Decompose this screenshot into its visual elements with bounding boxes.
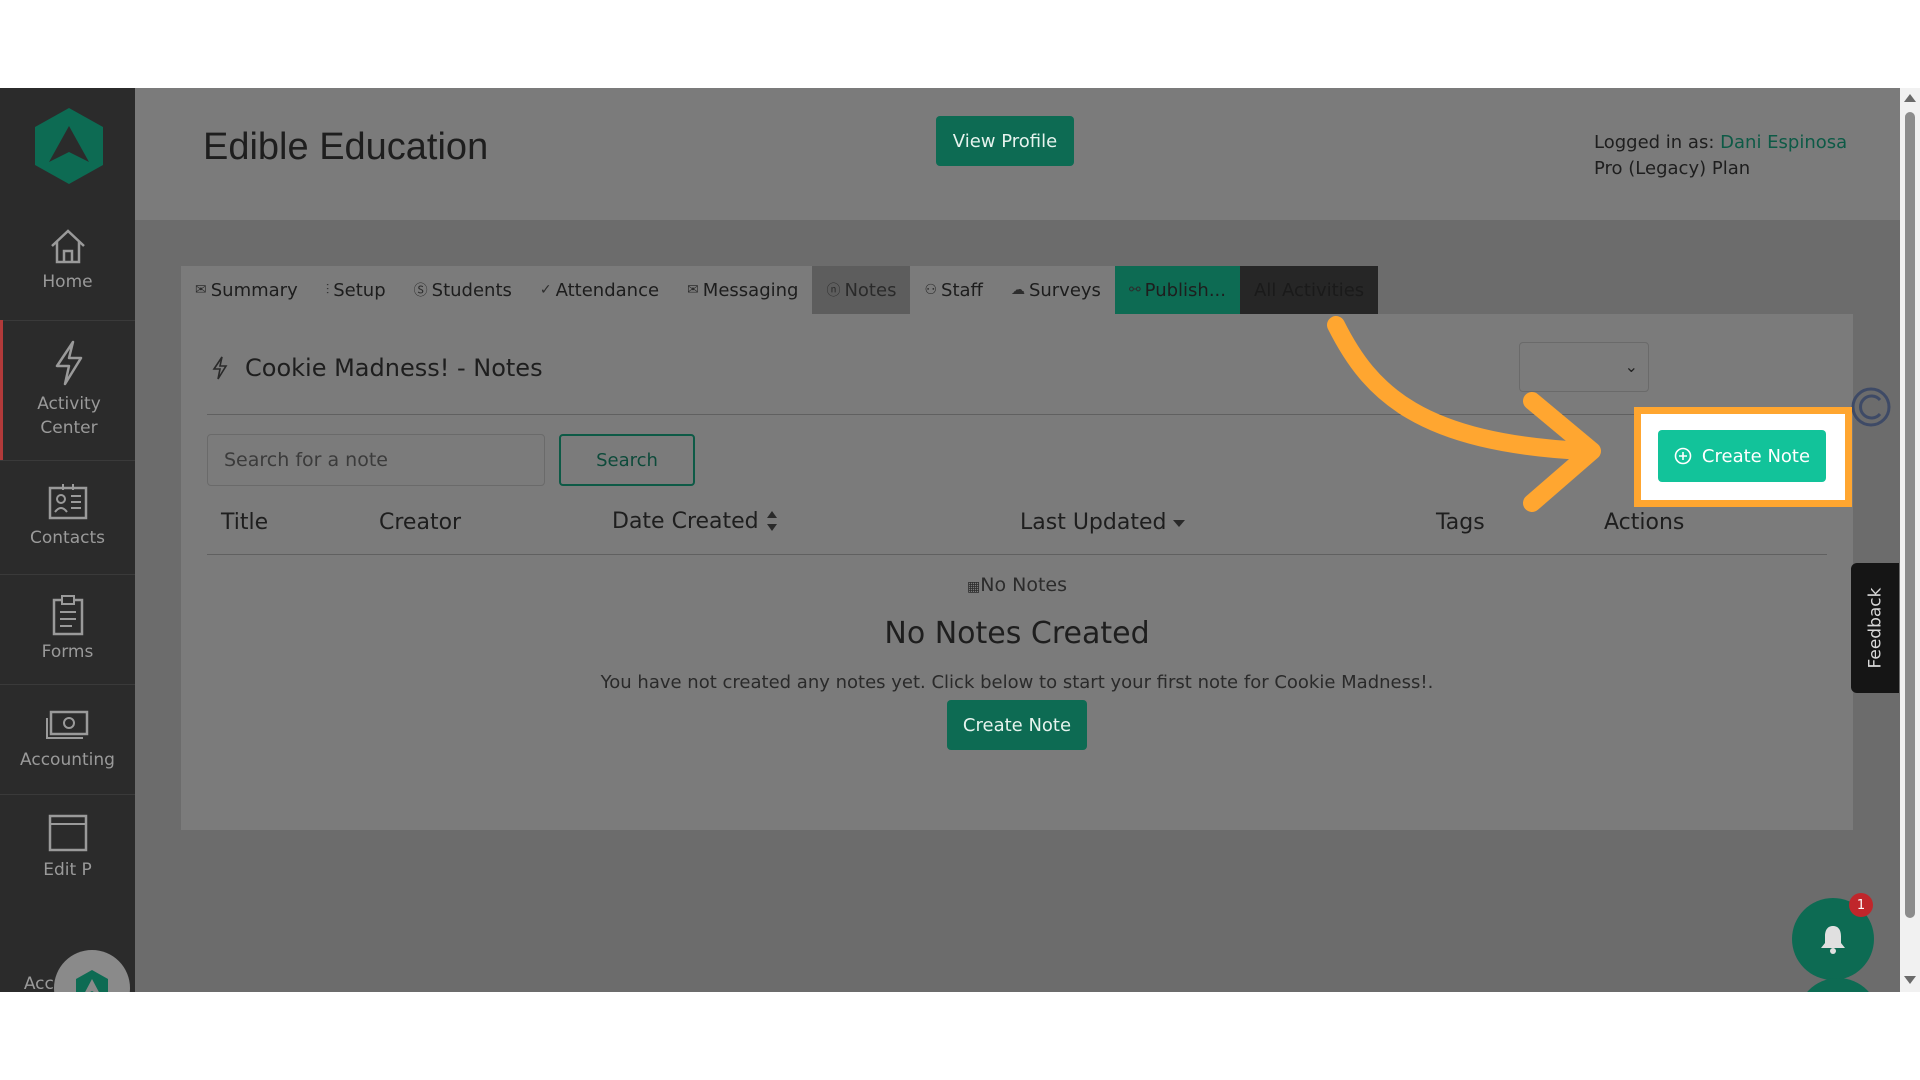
column-label: Creator — [379, 510, 462, 535]
notification-badge: 1 — [1849, 893, 1873, 917]
tab-publish[interactable]: ⚯ Publish... — [1114, 266, 1240, 314]
feedback-label: Feedback — [1865, 587, 1885, 669]
column-header-creator[interactable]: Creator — [379, 510, 461, 535]
sidebar-item-label: Accounting — [20, 750, 115, 770]
no-notes-image: ▦No Notes — [181, 574, 1853, 596]
lightning-icon — [55, 340, 83, 386]
tab-label: Summary — [210, 279, 298, 301]
column-header-last-updated[interactable]: Last Updated — [1020, 510, 1186, 535]
reload-icon[interactable] — [1850, 386, 1892, 428]
people-icon: ⚇ — [924, 282, 938, 298]
contact-card-icon — [48, 484, 87, 520]
tab-label: Staff — [941, 279, 983, 301]
sidebar-item-label: Activity Center — [37, 394, 101, 438]
sidebar-item-accounting[interactable]: Accounting — [0, 704, 135, 770]
search-input[interactable]: Search for a note — [207, 434, 545, 486]
sidebar-item-label: Home — [42, 272, 93, 292]
user-name-link[interactable]: Dani Espinosa — [1720, 132, 1847, 153]
cash-icon — [45, 710, 88, 739]
sidebar-item-forms[interactable]: Forms — [0, 594, 135, 662]
sort-icon — [766, 511, 777, 531]
bell-icon — [1821, 926, 1845, 954]
tab-staff[interactable]: ⚇ Staff — [910, 266, 997, 314]
notes-title: Cookie Madness! - Notes — [245, 354, 543, 382]
notes-icon: ⓝ — [826, 283, 841, 299]
clipboard-icon — [52, 595, 83, 636]
plus-circle-icon — [1674, 447, 1692, 465]
logged-in-label: Logged in as: — [1594, 132, 1715, 153]
scroll-thumb[interactable] — [1905, 112, 1915, 918]
app-frame: Home Activity Center Contacts Forms Acco… — [0, 88, 1920, 992]
page-title: Edible Education — [203, 126, 489, 168]
tab-label: Surveys — [1028, 279, 1101, 301]
image-alt-text: No Notes — [980, 574, 1067, 596]
search-button[interactable]: Search — [559, 434, 695, 486]
column-label: Title — [221, 510, 269, 535]
browser-window-icon — [48, 814, 87, 852]
sliders-icon: ⫶ — [325, 282, 330, 298]
home-icon — [50, 229, 85, 264]
tab-notes[interactable]: ⓝ Notes — [812, 266, 911, 314]
tab-students[interactable]: Ⓢ Students — [399, 266, 526, 314]
envelope-icon: ✉ — [195, 282, 207, 298]
tab-surveys[interactable]: ☁ Surveys — [996, 266, 1115, 314]
tab-label: Students — [431, 279, 512, 301]
empty-state-title: No Notes Created — [884, 616, 1150, 651]
sidebar-item-home[interactable]: Home — [0, 226, 135, 292]
student-icon: Ⓢ — [413, 283, 428, 299]
empty-state-description: You have not created any notes yet. Clic… — [600, 672, 1434, 693]
cloud-icon: ☁ — [1010, 282, 1025, 298]
user-info: Logged in as: Dani Espinosa Pro (Legacy)… — [1594, 130, 1847, 182]
tab-setup[interactable]: ⫶ Setup — [311, 266, 400, 314]
divider — [207, 554, 1827, 555]
divider — [0, 684, 135, 685]
divider — [0, 460, 135, 461]
tutorial-arrow-icon — [1327, 316, 1601, 512]
tab-all-activities[interactable]: All Activities — [1240, 266, 1379, 314]
feedback-tab[interactable]: Feedback — [1851, 563, 1899, 693]
column-label: Last Updated — [1020, 510, 1167, 535]
plan-label: Pro (Legacy) Plan — [1594, 158, 1751, 179]
sidebar: Home Activity Center Contacts Forms Acco… — [0, 88, 135, 992]
check-icon: ✓ — [539, 282, 552, 298]
tab-attendance[interactable]: ✓ Attendance — [525, 266, 674, 314]
sidebar-item-label: Edit P — [43, 860, 92, 880]
link-icon: ⚯ — [1128, 282, 1141, 298]
tab-label: Notes — [844, 279, 897, 301]
column-header-title[interactable]: Title — [221, 510, 268, 535]
main-content: Edible Education View Profile Logged in … — [135, 88, 1900, 992]
activity-tabs: ✉ Summary ⫶ Setup Ⓢ Students ✓ Attendance ✉ M… — [181, 266, 1379, 314]
logo-icon — [76, 970, 108, 992]
column-header-date-created[interactable]: Date Created — [612, 507, 779, 535]
lightning-icon — [212, 356, 228, 380]
sidebar-item-label: Contacts — [30, 528, 105, 548]
sidebar-item-contacts[interactable]: Contacts — [0, 482, 135, 548]
create-note-button[interactable]: Create Note — [1658, 430, 1826, 482]
notes-heading: Cookie Madness! - Notes — [211, 354, 543, 382]
sort-desc-icon — [1173, 519, 1186, 527]
view-profile-button[interactable]: View Profile — [936, 116, 1074, 166]
create-note-label: Create Note — [1701, 445, 1811, 467]
sidebar-item-activity-center[interactable]: Activity Center — [0, 320, 135, 460]
scroll-up-icon[interactable] — [1904, 94, 1916, 102]
sidebar-item-edit-page[interactable]: Edit P — [0, 812, 135, 880]
create-note-button-empty[interactable]: Create Note — [947, 700, 1087, 750]
tab-label: Messaging — [702, 279, 799, 301]
tab-label: Publish... — [1144, 279, 1226, 301]
tab-label: Attendance — [555, 279, 660, 301]
page-header: Edible Education View Profile Logged in … — [135, 88, 1900, 220]
sidebar-item-label: Forms — [41, 642, 94, 662]
tab-messaging[interactable]: ✉ Messaging — [673, 266, 813, 314]
logo-icon[interactable] — [33, 106, 105, 186]
broken-image-icon: ▦ — [967, 579, 981, 595]
tab-summary[interactable]: ✉ Summary — [181, 266, 312, 314]
envelope-icon: ✉ — [687, 282, 699, 298]
scroll-down-icon[interactable] — [1904, 976, 1916, 984]
divider — [0, 574, 135, 575]
tab-label: All Activities — [1254, 279, 1365, 301]
tab-label: Setup — [333, 279, 386, 301]
divider — [0, 794, 135, 795]
column-label: Date Created — [612, 508, 759, 534]
scrollbar[interactable] — [1900, 88, 1920, 992]
